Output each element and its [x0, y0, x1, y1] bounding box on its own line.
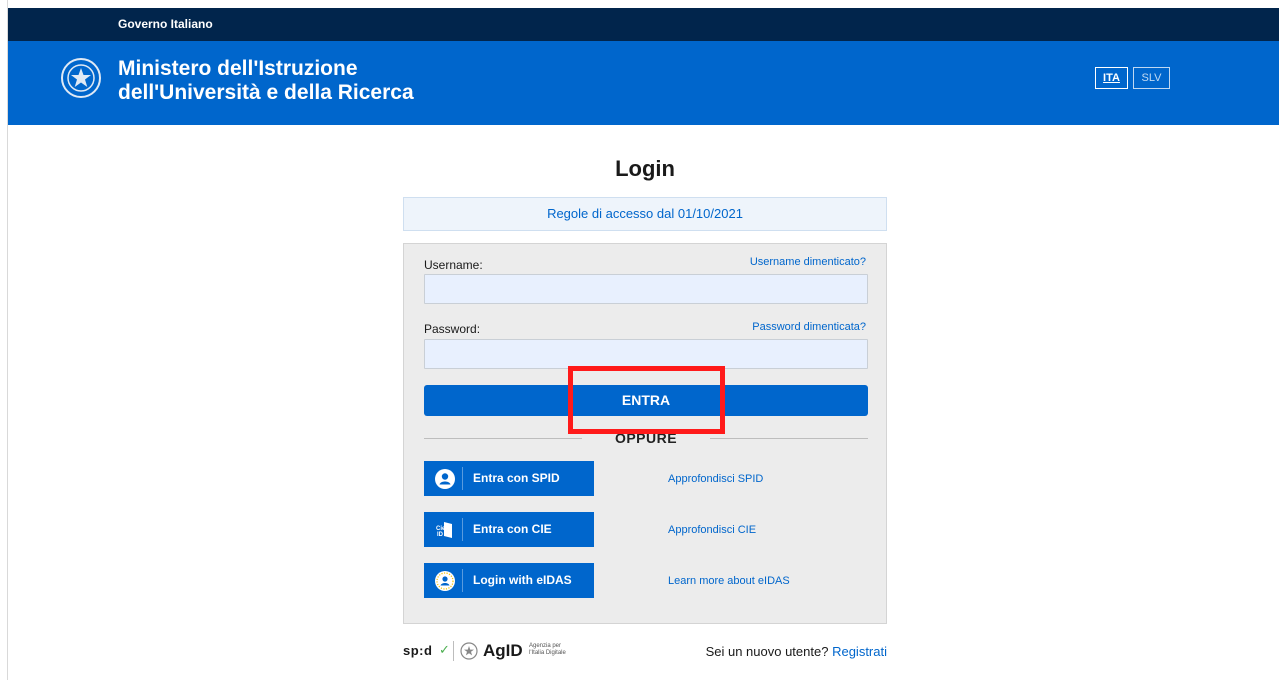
- svg-text:ID: ID: [437, 532, 444, 538]
- learn-more-cie-link[interactable]: Approfondisci CIE: [668, 524, 756, 536]
- login-panel: Username: Username dimenticato? Password…: [403, 243, 887, 624]
- government-topbar: Governo Italiano: [8, 8, 1279, 41]
- new-user-text: Sei un nuovo utente?: [705, 644, 829, 659]
- cie-button-separator: [462, 518, 463, 541]
- forgot-password-link[interactable]: Password dimenticata?: [752, 321, 866, 333]
- agid-emblem-icon: [460, 642, 478, 660]
- agid-logo: AgID: [483, 641, 523, 660]
- register-link[interactable]: Registrati: [832, 644, 887, 659]
- window-edge: [0, 0, 8, 680]
- access-rules-link[interactable]: Regole di accesso dal 01/10/2021: [403, 197, 887, 231]
- eidas-user-icon: [435, 571, 455, 591]
- ministry-title[interactable]: Ministero dell'Istruzione dell'Universit…: [118, 57, 414, 105]
- spid-login-button[interactable]: Entra con SPID: [424, 461, 594, 496]
- government-label[interactable]: Governo Italiano: [118, 17, 213, 31]
- eidas-button-label: Login with eIDAS: [473, 573, 572, 587]
- page-title: Login: [615, 156, 675, 181]
- learn-more-eidas-link[interactable]: Learn more about eIDAS: [668, 575, 790, 587]
- spid-button-separator: [462, 467, 463, 490]
- user-circle-icon: [435, 469, 455, 489]
- ministry-title-line1: Ministero dell'Istruzione: [118, 57, 358, 80]
- cie-button-label: Entra con CIE: [473, 522, 552, 536]
- logo-separator: [453, 641, 454, 661]
- cie-id-card-icon: Cie ID: [436, 522, 452, 538]
- username-label: Username:: [424, 258, 483, 272]
- spid-logo: sp:d: [403, 643, 433, 658]
- spid-check-icon: ✓: [439, 642, 450, 657]
- or-divider-label: OPPURE: [582, 430, 710, 446]
- entra-submit-button[interactable]: ENTRA: [424, 385, 868, 416]
- ministry-title-line2: dell'Università e della Ricerca: [118, 81, 414, 104]
- eidas-button-separator: [462, 569, 463, 592]
- ministry-header: Ministero dell'Istruzione dell'Universit…: [8, 41, 1279, 125]
- eidas-login-button[interactable]: Login with eIDAS: [424, 563, 594, 598]
- password-input[interactable]: [424, 339, 868, 369]
- learn-more-spid-link[interactable]: Approfondisci SPID: [668, 473, 763, 485]
- new-user-prompt: Sei un nuovo utente? Registrati: [706, 644, 887, 659]
- username-input[interactable]: [424, 274, 868, 304]
- cie-login-button[interactable]: Cie ID Entra con CIE: [424, 512, 594, 547]
- forgot-username-link[interactable]: Username dimenticato?: [750, 256, 866, 268]
- language-ita-button[interactable]: ITA: [1095, 67, 1128, 89]
- italian-emblem-icon: [61, 58, 101, 98]
- password-label: Password:: [424, 322, 481, 336]
- language-slv-button[interactable]: SLV: [1133, 67, 1170, 89]
- agid-tagline: Agenzia per l'Italia Digitale: [529, 643, 566, 656]
- spid-button-label: Entra con SPID: [473, 471, 560, 485]
